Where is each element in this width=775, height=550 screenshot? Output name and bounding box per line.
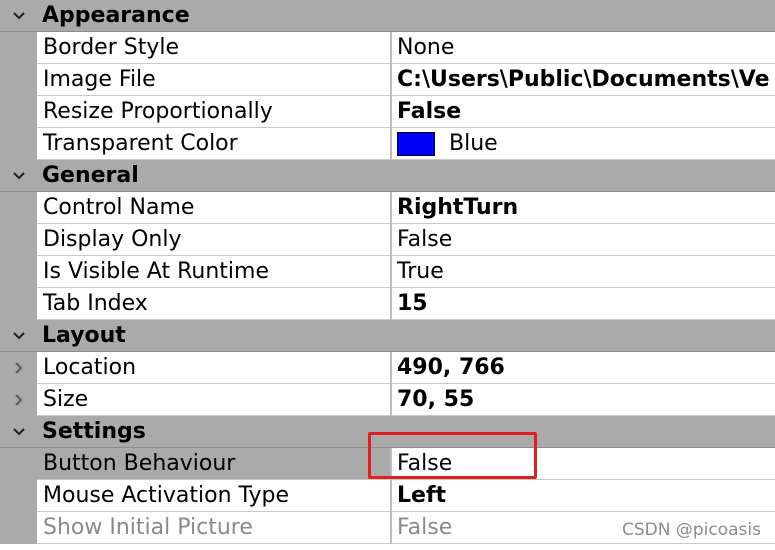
chevron-down-icon[interactable] <box>0 416 37 448</box>
category-title: Layout <box>42 323 126 348</box>
row-gutter <box>0 224 37 256</box>
property-value[interactable]: 490, 766 <box>392 352 775 384</box>
property-name: Border Style <box>37 32 392 64</box>
property-row-resize-proportionally[interactable]: Resize Proportionally False <box>0 96 775 128</box>
property-value[interactable]: C:\Users\Public\Documents\Ve <box>392 64 775 96</box>
row-gutter <box>0 448 37 480</box>
row-gutter <box>0 256 37 288</box>
property-name: Size <box>37 384 392 416</box>
property-name: Transparent Color <box>37 128 392 160</box>
property-row-transparent-color[interactable]: Transparent Color Blue <box>0 128 775 160</box>
category-appearance[interactable]: Appearance <box>0 0 775 32</box>
property-value[interactable]: False <box>392 96 775 128</box>
chevron-right-icon[interactable] <box>0 352 37 384</box>
row-gutter <box>0 32 37 64</box>
category-title: Settings <box>42 419 146 444</box>
property-row-tab-index[interactable]: Tab Index 15 <box>0 288 775 320</box>
property-name: Display Only <box>37 224 392 256</box>
category-layout[interactable]: Layout <box>0 320 775 352</box>
row-gutter <box>0 288 37 320</box>
color-name: Blue <box>449 131 498 156</box>
watermark: CSDN @picoasis <box>622 520 761 540</box>
category-title: General <box>42 163 139 188</box>
category-title: Appearance <box>42 3 190 28</box>
row-gutter <box>0 192 37 224</box>
property-value[interactable]: Left <box>392 480 775 512</box>
property-value[interactable]: RightTurn <box>392 192 775 224</box>
property-name: Mouse Activation Type <box>37 480 392 512</box>
row-gutter <box>0 480 37 512</box>
property-value[interactable]: True <box>392 256 775 288</box>
category-general[interactable]: General <box>0 160 775 192</box>
property-name: Control Name <box>37 192 392 224</box>
property-name: Is Visible At Runtime <box>37 256 392 288</box>
property-name: Location <box>37 352 392 384</box>
property-row-border-style[interactable]: Border Style None <box>0 32 775 64</box>
property-row-control-name[interactable]: Control Name RightTurn <box>0 192 775 224</box>
property-row-image-file[interactable]: Image File C:\Users\Public\Documents\Ve <box>0 64 775 96</box>
property-name: Resize Proportionally <box>37 96 392 128</box>
property-row-mouse-activation-type[interactable]: Mouse Activation Type Left <box>0 480 775 512</box>
property-row-display-only[interactable]: Display Only False <box>0 224 775 256</box>
property-value[interactable]: False <box>392 224 775 256</box>
property-row-size[interactable]: Size 70, 55 <box>0 384 775 416</box>
chevron-down-icon[interactable] <box>0 160 37 192</box>
property-value[interactable]: Blue <box>392 128 775 160</box>
property-value[interactable]: None <box>392 32 775 64</box>
property-row-location[interactable]: Location 490, 766 <box>0 352 775 384</box>
chevron-right-icon[interactable] <box>0 384 37 416</box>
row-gutter <box>0 512 37 544</box>
property-name: Button Behaviour <box>37 448 392 480</box>
property-value[interactable]: 15 <box>392 288 775 320</box>
property-name: Show Initial Picture <box>37 512 392 544</box>
property-row-is-visible-at-runtime[interactable]: Is Visible At Runtime True <box>0 256 775 288</box>
row-gutter <box>0 96 37 128</box>
property-name: Tab Index <box>37 288 392 320</box>
color-swatch <box>397 131 435 156</box>
row-gutter <box>0 64 37 96</box>
annotation-highlight-box <box>368 432 537 479</box>
property-value[interactable]: 70, 55 <box>392 384 775 416</box>
chevron-down-icon[interactable] <box>0 320 37 352</box>
chevron-down-icon[interactable] <box>0 0 37 32</box>
row-gutter <box>0 128 37 160</box>
property-name: Image File <box>37 64 392 96</box>
